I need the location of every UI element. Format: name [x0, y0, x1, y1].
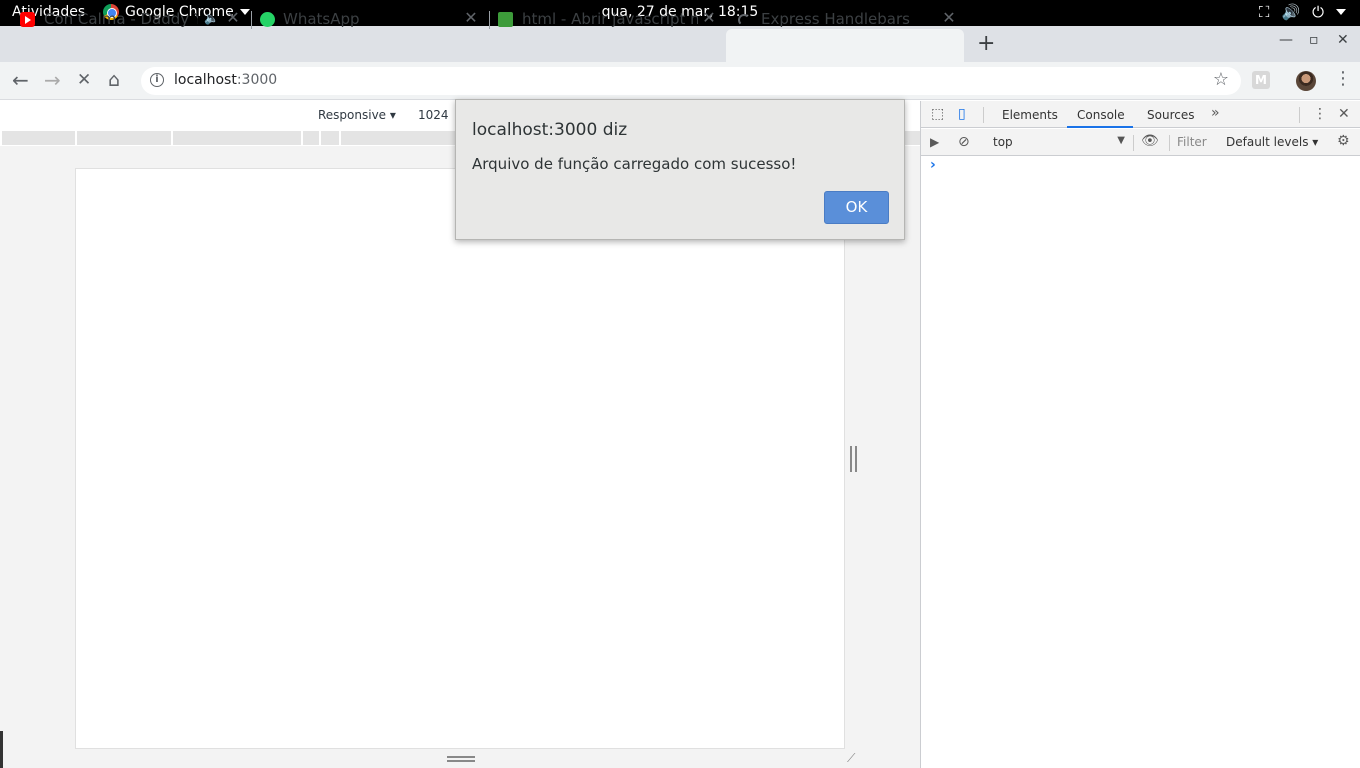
tab-title: html - Abrir javascript no ha: [522, 10, 698, 28]
devtools-tab-bar: ⬚ ▯ Elements Console Sources » ⋮ ✕: [921, 101, 1360, 128]
close-icon[interactable]: ✕: [940, 8, 958, 27]
sidebar-toggle-icon[interactable]: ▶︎: [930, 135, 939, 149]
home-icon[interactable]: ⌂: [108, 69, 120, 91]
resize-width-handle[interactable]: [850, 446, 857, 472]
tab-sources[interactable]: Sources: [1147, 108, 1194, 122]
viewport-width-input[interactable]: 1024: [418, 108, 449, 122]
minimize-button[interactable]: —: [1279, 32, 1293, 48]
address-bar[interactable]: i localhost:3000 ☆: [141, 67, 1241, 95]
tab-express-handlebars[interactable]: Express Handlebars ✕: [738, 3, 958, 36]
clear-console-icon[interactable]: ⊘: [958, 134, 970, 150]
chevron-down-icon: [1336, 9, 1346, 15]
alert-dialog: localhost:3000 diz Arquivo de função car…: [455, 99, 905, 240]
new-tab-button[interactable]: +: [977, 31, 995, 56]
back-arrow-icon[interactable]: ←: [12, 68, 29, 92]
tab-title: Express Handlebars: [761, 10, 910, 28]
tab-title: Con Calma - Daddy Yan: [44, 10, 198, 28]
site-info-icon[interactable]: i: [150, 73, 164, 87]
extension-icon[interactable]: M: [1252, 71, 1270, 89]
device-mode-select[interactable]: Responsive ▾: [318, 108, 396, 122]
network-icon: ⛶: [1258, 3, 1270, 21]
dialog-title: localhost:3000 diz: [472, 120, 628, 140]
resize-height-handle[interactable]: [447, 756, 475, 762]
close-icon[interactable]: ✕: [700, 8, 718, 27]
devtools-panel: ⬚ ▯ Elements Console Sources » ⋮ ✕ ▶︎ ⊘ …: [920, 101, 1360, 768]
console-prompt[interactable]: ›: [930, 157, 936, 173]
console-toolbar: ▶︎ ⊘ top ▼ 👁 Filter Default levels ▾ ⚙: [921, 129, 1360, 156]
devtools-menu-icon[interactable]: ⋮: [1313, 106, 1327, 122]
chrome-menu-icon[interactable]: ⋮: [1334, 68, 1352, 89]
console-filter-input[interactable]: Filter: [1177, 135, 1207, 149]
stackoverflow-icon: [498, 12, 513, 27]
whatsapp-icon: [260, 12, 275, 27]
eye-icon[interactable]: 👁: [1141, 133, 1159, 149]
close-window-button[interactable]: ✕: [1337, 32, 1349, 48]
close-icon[interactable]: ✕: [224, 8, 242, 27]
bookmark-star-icon[interactable]: ☆: [1213, 69, 1229, 90]
emulated-page[interactable]: [75, 168, 845, 749]
log-levels-select[interactable]: Default levels ▾: [1226, 135, 1318, 149]
resize-corner-icon[interactable]: ⟋: [847, 751, 855, 766]
system-tray[interactable]: ⛶ 🔊 ⏻: [1259, 3, 1346, 21]
close-devtools-icon[interactable]: ✕: [1338, 106, 1350, 122]
close-icon[interactable]: ✕: [462, 8, 480, 27]
tab-elements[interactable]: Elements: [1002, 108, 1058, 122]
ok-button[interactable]: OK: [824, 191, 889, 224]
device-toggle-icon[interactable]: ▯: [958, 106, 966, 122]
more-tabs-icon[interactable]: »: [1211, 105, 1220, 121]
active-tab-indicator: [1067, 126, 1133, 128]
power-icon: ⏻: [1312, 3, 1324, 21]
loading-spinner-icon: [738, 14, 750, 26]
tab-whatsapp[interactable]: WhatsApp ✕: [260, 3, 490, 36]
speaker-icon[interactable]: 🔈: [204, 11, 219, 25]
tab-console[interactable]: Console: [1077, 108, 1125, 122]
dialog-message: Arquivo de função carregado com sucesso!: [472, 155, 797, 173]
dropdown-arrow-icon: ▼: [1117, 135, 1125, 146]
url-text[interactable]: localhost:3000: [174, 72, 277, 88]
profile-avatar[interactable]: [1296, 71, 1316, 91]
gear-icon[interactable]: ⚙: [1337, 133, 1350, 149]
browser-toolbar: ← → ✕ ⌂ i localhost:3000 ☆: [0, 62, 1360, 100]
tab-stackoverflow[interactable]: html - Abrir javascript no ha ✕: [498, 3, 718, 36]
youtube-icon: [20, 12, 35, 27]
stop-loading-icon[interactable]: ✕: [77, 70, 91, 90]
inspect-element-icon[interactable]: ⬚: [931, 106, 944, 122]
maximize-button[interactable]: ▫: [1309, 32, 1319, 48]
forward-arrow-icon[interactable]: →: [44, 68, 61, 92]
tab-con-calma[interactable]: Con Calma - Daddy Yan 🔈 ✕: [20, 3, 252, 36]
context-select[interactable]: top ▼: [993, 135, 1125, 149]
window-edge: [0, 731, 3, 768]
tab-title: WhatsApp: [283, 10, 360, 28]
volume-icon: 🔊: [1281, 3, 1301, 21]
